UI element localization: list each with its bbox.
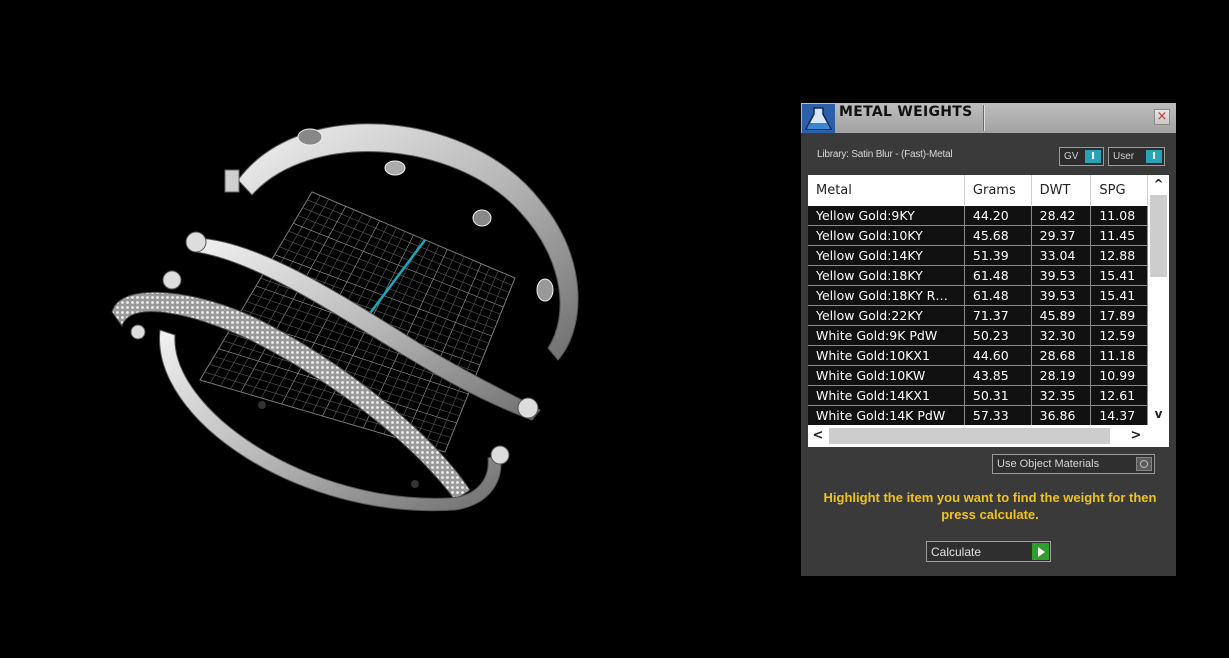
user-toggle-label: User: [1113, 151, 1135, 162]
cell-dwt: 29.37: [1031, 225, 1092, 246]
table-row[interactable]: White Gold:9K PdW 50.23 32.30 12.59: [808, 325, 1148, 346]
scroll-down-icon[interactable]: v: [1148, 405, 1169, 423]
cell-metal: Yellow Gold:14KY: [808, 245, 965, 266]
cell-spg: 12.88: [1090, 245, 1148, 266]
metal-table-viewport: Metal Grams DWT SPG Yellow Gold:9KY 44.20…: [808, 175, 1148, 425]
cell-spg: 10.99: [1090, 365, 1148, 386]
cell-grams: 44.60: [964, 345, 1032, 366]
cell-spg: 12.59: [1090, 325, 1148, 346]
cell-dwt: 45.89: [1031, 305, 1092, 326]
cell-grams: 61.48: [964, 285, 1032, 306]
panel-title: METAL WEIGHTS: [839, 104, 973, 120]
table-row[interactable]: White Gold:10KX1 44.60 28.68 11.18: [808, 345, 1148, 366]
cell-spg: 11.45: [1090, 225, 1148, 246]
cell-spg: 11.18: [1090, 345, 1148, 366]
table-row[interactable]: Yellow Gold:10KY 45.68 29.37 11.45: [808, 225, 1148, 246]
cell-metal: Yellow Gold:18KY: [808, 265, 965, 286]
horizontal-scroll-thumb[interactable]: [829, 428, 1110, 444]
cell-dwt: 28.19: [1031, 365, 1092, 386]
use-object-materials-toggle[interactable]: Use Object Materials: [992, 454, 1155, 474]
table-row[interactable]: Yellow Gold:22KY 71.37 45.89 17.89: [808, 305, 1148, 326]
cell-grams: 50.23: [964, 325, 1032, 346]
cell-spg: 14.37: [1090, 405, 1148, 425]
calculate-label: Calculate: [931, 545, 982, 559]
cell-dwt: 28.42: [1031, 205, 1092, 226]
cell-spg: 12.61: [1090, 385, 1148, 406]
cell-metal: Yellow Gold:9KY: [808, 205, 965, 226]
cell-spg: 11.08: [1090, 205, 1148, 226]
column-header-metal[interactable]: Metal: [808, 175, 965, 206]
user-toggle[interactable]: User I: [1108, 147, 1165, 166]
use-object-materials-label: Use Object Materials: [997, 458, 1100, 470]
library-label: Library: Satin Blur - (Fast)-Metal: [817, 149, 953, 160]
3d-viewport[interactable]: [0, 0, 790, 658]
cell-metal: Yellow Gold:10KY: [808, 225, 965, 246]
cell-dwt: 39.53: [1031, 285, 1092, 306]
cell-grams: 50.31: [964, 385, 1032, 406]
cell-dwt: 32.30: [1031, 325, 1092, 346]
cell-metal: Yellow Gold:22KY: [808, 305, 965, 326]
cell-grams: 44.20: [964, 205, 1032, 226]
cell-metal: White Gold:9K PdW: [808, 325, 965, 346]
metal-weights-panel: METAL WEIGHTS × Library: Satin Blur - (F…: [801, 103, 1176, 576]
gv-toggle-label: GV: [1064, 151, 1079, 162]
cell-metal: White Gold:14KX1: [808, 385, 965, 406]
metal-table: Metal Grams DWT SPG Yellow Gold:9KY 44.20…: [808, 175, 1169, 447]
cell-grams: 43.85: [964, 365, 1032, 386]
cell-metal: White Gold:10KW: [808, 365, 965, 386]
radio-toggle-icon[interactable]: [1136, 457, 1152, 471]
cell-metal: Yellow Gold:18KY R…: [808, 285, 965, 306]
cell-spg: 15.41: [1090, 285, 1148, 306]
table-row[interactable]: Yellow Gold:18KY 61.48 39.53 15.41: [808, 265, 1148, 286]
column-header-grams[interactable]: Grams: [964, 175, 1032, 206]
vertical-scroll-thumb[interactable]: [1150, 195, 1167, 277]
table-row[interactable]: White Gold:14K PdW 57.33 36.86 14.37: [808, 405, 1148, 425]
horizontal-scrollbar[interactable]: < >: [808, 425, 1169, 447]
table-row[interactable]: Yellow Gold:9KY 44.20 28.42 11.08: [808, 205, 1148, 226]
title-separator: [983, 105, 985, 131]
column-header-spg[interactable]: SPG: [1090, 175, 1148, 206]
table-row[interactable]: Yellow Gold:14KY 51.39 33.04 12.88: [808, 245, 1148, 266]
gv-toggle[interactable]: GV I: [1059, 147, 1104, 166]
cell-grams: 71.37: [964, 305, 1032, 326]
play-icon[interactable]: [1032, 543, 1049, 560]
cell-dwt: 33.04: [1031, 245, 1092, 266]
cell-grams: 57.33: [964, 405, 1032, 425]
cell-dwt: 36.86: [1031, 405, 1092, 425]
cell-dwt: 32.35: [1031, 385, 1092, 406]
vertical-scrollbar[interactable]: ^ v: [1148, 175, 1169, 425]
gv-toggle-switch[interactable]: I: [1085, 150, 1101, 163]
cell-dwt: 39.53: [1031, 265, 1092, 286]
bangle-top-ring: [224, 123, 579, 361]
user-toggle-switch[interactable]: I: [1146, 150, 1162, 163]
close-button[interactable]: ×: [1154, 109, 1170, 125]
table-row[interactable]: White Gold:10KW 43.85 28.19 10.99: [808, 365, 1148, 386]
calculate-button[interactable]: Calculate: [926, 541, 1051, 562]
cell-metal: White Gold:10KX1: [808, 345, 965, 366]
instruction-text: Highlight the item you want to find the …: [823, 490, 1157, 522]
cell-spg: 17.89: [1090, 305, 1148, 326]
cell-grams: 45.68: [964, 225, 1032, 246]
scroll-right-icon[interactable]: >: [1126, 425, 1146, 447]
cell-grams: 61.48: [964, 265, 1032, 286]
cell-spg: 15.41: [1090, 265, 1148, 286]
cell-metal: White Gold:14K PdW: [808, 405, 965, 425]
table-header-row: Metal Grams DWT SPG: [808, 175, 1148, 206]
column-header-dwt[interactable]: DWT: [1031, 175, 1092, 206]
cell-grams: 51.39: [964, 245, 1032, 266]
table-row[interactable]: Yellow Gold:18KY R… 61.48 39.53 15.41: [808, 285, 1148, 306]
table-row[interactable]: White Gold:14KX1 50.31 32.35 12.61: [808, 385, 1148, 406]
cell-dwt: 28.68: [1031, 345, 1092, 366]
metal-flask-icon: [802, 104, 835, 133]
panel-titlebar[interactable]: METAL WEIGHTS ×: [801, 103, 1176, 133]
scroll-left-icon[interactable]: <: [808, 425, 828, 447]
scroll-up-icon[interactable]: ^: [1148, 175, 1169, 193]
